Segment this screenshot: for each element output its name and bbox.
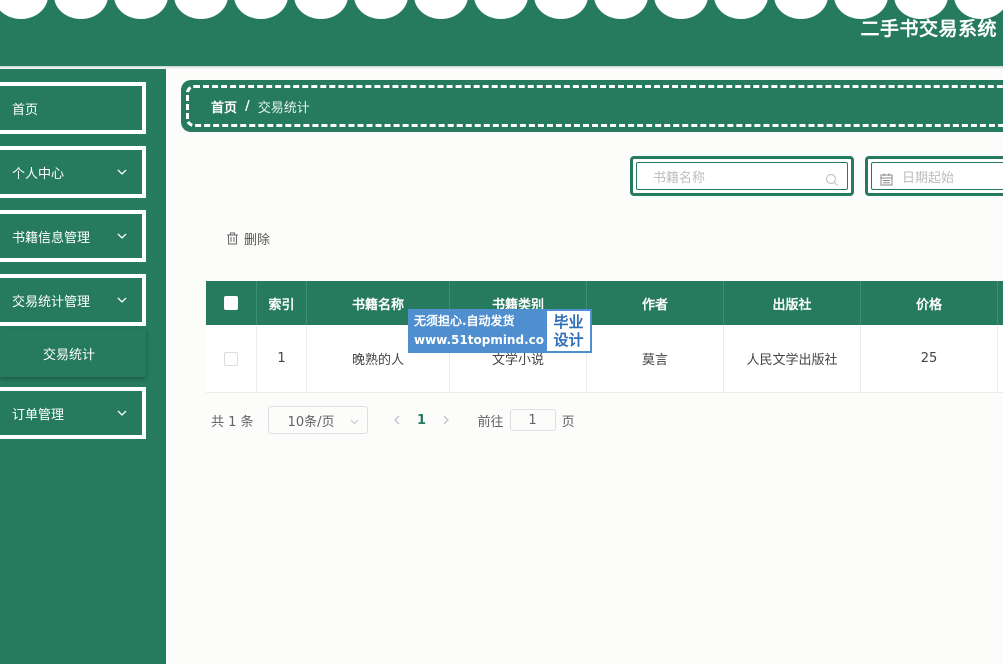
column-header-author: 作者 <box>587 281 724 325</box>
cell-index: 1 <box>257 325 307 392</box>
delete-label: 删除 <box>244 232 271 248</box>
submenu-item-trade-stats[interactable]: 交易统计 <box>0 329 146 377</box>
sidebar-item-label: 首页 <box>12 102 39 118</box>
sidebar-item-personal-center[interactable]: 个人中心 <box>0 146 146 198</box>
sidebar-item-label: 订单管理 <box>12 407 65 423</box>
cell-author: 莫言 <box>587 325 724 392</box>
trash-icon <box>227 232 238 244</box>
chevron-right-icon <box>443 415 449 425</box>
app-title: 二手书交易系统 <box>860 18 997 40</box>
calendar-icon <box>880 173 893 186</box>
header-scallop-decoration <box>0 0 1003 19</box>
select-all-checkbox[interactable] <box>224 296 238 310</box>
date-placeholder: 日期起始 <box>902 170 955 186</box>
date-start-picker[interactable]: 日期起始 <box>865 156 1003 196</box>
row-select-cell <box>206 325 257 392</box>
date-start-field[interactable]: 日期起始 <box>871 162 1003 190</box>
cell-overflow <box>998 325 1003 392</box>
search-placeholder: 书籍名称 <box>653 170 706 186</box>
page-size-value: 10条/页 <box>287 414 335 430</box>
chevron-down-icon <box>117 297 127 303</box>
table-row: 1 晚熟的人 文学小说 莫言 人民文学出版社 25 <box>206 325 1003 393</box>
sidebar-item-label: 交易统计管理 <box>12 294 91 310</box>
chevron-down-icon <box>117 233 127 239</box>
submenu-item-label: 交易统计 <box>43 347 96 363</box>
page-unit-label: 页 <box>561 414 575 430</box>
goto-page-input[interactable]: 1 <box>509 409 556 431</box>
watermark-line1: 无须担心.自动发货 <box>414 314 515 328</box>
search-icon <box>825 173 838 186</box>
sidebar-item-label: 书籍信息管理 <box>12 230 91 246</box>
table-header: 索引 书籍名称 书籍类别 作者 出版社 价格 <box>206 281 1003 325</box>
breadcrumb-separator: / <box>245 98 250 114</box>
next-page-button[interactable] <box>436 415 456 425</box>
chevron-down-icon <box>350 419 358 425</box>
cell-publisher: 人民文学出版社 <box>724 325 861 392</box>
watermark-line2: www.51topmind.com <box>414 333 557 347</box>
watermark-tag: 毕业 设计 <box>545 309 592 353</box>
delete-button[interactable]: 删除 <box>226 228 270 248</box>
watermark-text: 无须担心.自动发货 www.51topmind.com <box>408 309 557 353</box>
watermark-badge: 无须担心.自动发货 www.51topmind.com 毕业 设计 <box>408 309 592 353</box>
header-select-all-cell <box>206 281 257 325</box>
breadcrumb-home-link[interactable]: 首页 <box>211 97 237 116</box>
chevron-down-icon <box>117 169 127 175</box>
page-size-select[interactable]: 10条/页 <box>267 406 368 434</box>
watermark-tag2: 设计 <box>553 331 584 349</box>
breadcrumb: 首页 / 交易统计 <box>181 80 1003 132</box>
pagination: 共 1 条 10条/页 1 前往 1 页 <box>211 406 575 434</box>
sidebar-item-book-management[interactable]: 书籍信息管理 <box>0 210 146 262</box>
column-header-overflow <box>998 281 1003 325</box>
breadcrumb-inner: 首页 / 交易统计 <box>186 85 1003 127</box>
sidebar-item-home[interactable]: 首页 <box>0 82 146 134</box>
chevron-left-icon <box>394 415 400 425</box>
trade-stats-table: 索引 书籍名称 书籍类别 作者 出版社 价格 1 晚熟的人 文学小说 莫言 人民… <box>206 281 1003 393</box>
sidebar-item-order-management[interactable]: 订单管理 <box>0 387 146 439</box>
goto-label: 前往 <box>477 414 504 430</box>
sidebar-item-trade-stats-management[interactable]: 交易统计管理 <box>0 274 146 326</box>
column-header-price: 价格 <box>861 281 998 325</box>
column-header-publisher: 出版社 <box>724 281 861 325</box>
book-name-search-field[interactable]: 书籍名称 <box>636 162 848 190</box>
chevron-down-icon <box>117 410 127 416</box>
watermark-tag1: 毕业 <box>553 313 584 331</box>
pagination-total: 共 1 条 <box>211 414 254 430</box>
row-checkbox[interactable] <box>224 351 238 366</box>
book-name-search-input[interactable]: 书籍名称 <box>630 156 854 196</box>
cell-price: 25 <box>861 325 998 392</box>
prev-page-button[interactable] <box>388 415 408 425</box>
page-number-current[interactable]: 1 <box>408 413 436 428</box>
breadcrumb-current: 交易统计 <box>257 100 310 116</box>
column-header-index: 索引 <box>257 281 307 325</box>
sidebar: 首页 个人中心 书籍信息管理 交易统计管理 交易统计 订单管理 <box>0 69 166 664</box>
top-header: 二手书交易系统 <box>0 0 1003 66</box>
sidebar-item-label: 个人中心 <box>12 166 65 182</box>
